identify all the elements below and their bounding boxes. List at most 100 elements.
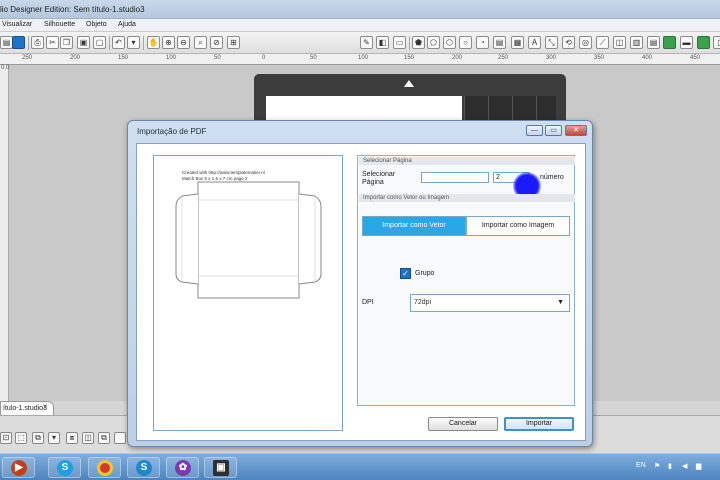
undo-icon[interactable]: ↶ bbox=[112, 36, 125, 49]
import-as-image-button[interactable]: Importar como Imagem bbox=[466, 216, 570, 236]
menu-ajuda[interactable]: Ajuda bbox=[118, 21, 136, 28]
page-input[interactable] bbox=[421, 172, 489, 183]
taskbar-app[interactable]: S bbox=[127, 457, 160, 478]
ruler-tick: 350 bbox=[594, 55, 605, 61]
fill-pattern-icon[interactable]: ⬡ bbox=[443, 36, 456, 49]
rotate-icon[interactable]: ⟲ bbox=[562, 36, 575, 49]
dpi-select[interactable]: 72dpi ▼ bbox=[410, 294, 570, 312]
zoom-out-icon[interactable]: ⊖ bbox=[177, 36, 190, 49]
cancel-button[interactable]: Cancelar bbox=[428, 417, 498, 431]
tray-volume-icon[interactable]: ◀ bbox=[682, 462, 687, 470]
silhouette-icon: S bbox=[136, 460, 152, 476]
select-icon[interactable]: ⊡ bbox=[0, 432, 12, 444]
tray-flag-icon[interactable]: ⚑ bbox=[654, 462, 660, 470]
paste-icon[interactable]: ▣ bbox=[77, 36, 90, 49]
close-button[interactable]: ✕ bbox=[565, 125, 587, 136]
menu-bar: Visualizar Silhouette Objeto Ajuda bbox=[0, 19, 720, 32]
ruler-tick: 300 bbox=[546, 55, 557, 61]
menu-silhouette[interactable]: Silhouette bbox=[44, 21, 75, 28]
line-color-icon[interactable]: ○ bbox=[459, 36, 472, 49]
release-icon[interactable]: ◫ bbox=[82, 432, 94, 444]
dpi-value: 72dpi bbox=[414, 299, 432, 306]
pdf-import-dialog: Importação de PDF — ▭ ✕ Created with htt… bbox=[127, 120, 593, 447]
select-page-label: Selecionar Página bbox=[362, 171, 396, 186]
document-tab-label: ítulo-1.studio3 bbox=[3, 405, 47, 412]
taskbar-app[interactable]: ▣ bbox=[204, 457, 237, 478]
print-icon[interactable]: ⎙ bbox=[31, 36, 44, 49]
more-icon[interactable]: ▯ bbox=[713, 36, 720, 49]
ruler-tick: 400 bbox=[642, 55, 653, 61]
ruler-tick: 250 bbox=[498, 55, 509, 61]
paint-icon: ✿ bbox=[175, 460, 191, 476]
toolbar-divider bbox=[143, 36, 144, 50]
chevron-down-icon[interactable]: ▼ bbox=[557, 295, 564, 311]
zoom-fit-icon[interactable]: ⊘ bbox=[210, 36, 223, 49]
zoom-drag-icon[interactable]: ⌕ bbox=[194, 36, 207, 49]
dpi-label: DPI bbox=[362, 299, 374, 306]
group-icon[interactable]: ⧉ bbox=[32, 432, 44, 444]
page-section-header: Selecionar Página bbox=[359, 157, 575, 165]
taskbar-app[interactable]: ✿ bbox=[166, 457, 199, 478]
taskbar-app[interactable]: ▶ bbox=[2, 457, 35, 478]
media-player-icon: ▶ bbox=[11, 460, 27, 476]
silhouette-connect-icon[interactable] bbox=[697, 36, 710, 49]
menu-visualizar[interactable]: Visualizar bbox=[2, 21, 32, 28]
import-button[interactable]: Importar bbox=[504, 417, 574, 431]
ruler-tick: 100 bbox=[358, 55, 369, 61]
clear-icon[interactable]: ▢ bbox=[93, 36, 106, 49]
compound-icon[interactable]: ⧈ bbox=[66, 432, 78, 444]
minimize-button[interactable]: — bbox=[526, 125, 543, 136]
chrome-icon bbox=[97, 460, 113, 476]
taskbar-app[interactable]: S bbox=[48, 457, 81, 478]
ruler-tick: 250 bbox=[22, 55, 33, 61]
tray-network-icon[interactable]: ▮ bbox=[668, 462, 672, 470]
menu-objeto[interactable]: Objeto bbox=[86, 21, 107, 28]
layers-icon[interactable]: ◫ bbox=[613, 36, 626, 49]
pan-hand-icon[interactable]: ✋ bbox=[147, 36, 160, 49]
app-title: lio Designer Edition: Sem título-1.studi… bbox=[0, 5, 145, 14]
zoom-in-icon[interactable]: ⊕ bbox=[162, 36, 175, 49]
taskbar-app[interactable] bbox=[88, 457, 121, 478]
copy-icon[interactable]: ❐ bbox=[60, 36, 73, 49]
import-options-panel: Selecionar Página Selecionar Página 2 nú… bbox=[357, 155, 575, 406]
bring-front-icon[interactable]: ⧉ bbox=[98, 432, 110, 444]
dialog-title: Importação de PDF bbox=[137, 127, 207, 136]
line-style-icon[interactable]: ◔ bbox=[476, 36, 489, 49]
offset-icon[interactable]: ◎ bbox=[579, 36, 592, 49]
document-tab[interactable]: ítulo-1.studio3 x bbox=[0, 401, 54, 415]
page-number-label: número bbox=[540, 174, 564, 181]
group-checkbox[interactable]: ✓ bbox=[400, 268, 411, 279]
store-icon[interactable]: ▤ bbox=[647, 36, 660, 49]
replicate-icon[interactable]: ▦ bbox=[511, 36, 524, 49]
feed-arrow-icon bbox=[404, 80, 414, 87]
import-as-vector-button[interactable]: Importar como Vetor bbox=[362, 216, 466, 236]
align-icon[interactable]: ▤ bbox=[493, 36, 506, 49]
ruler-tick: 0 bbox=[262, 55, 266, 61]
trace-icon[interactable]: ⟋ bbox=[596, 36, 609, 49]
fill-gradient-icon[interactable]: ⬠ bbox=[427, 36, 440, 49]
transform-icon[interactable]: ⤡ bbox=[545, 36, 558, 49]
text-icon[interactable]: A bbox=[528, 36, 541, 49]
fill-color-icon[interactable]: ⬟ bbox=[412, 36, 425, 49]
cutter-icon[interactable]: ▬ bbox=[680, 36, 693, 49]
ungroup-icon[interactable]: ▾ bbox=[48, 432, 60, 444]
status-dot-icon bbox=[114, 432, 126, 444]
tray-language[interactable]: EN bbox=[636, 462, 646, 469]
ruler-tick: 100 bbox=[166, 55, 177, 61]
node-icon[interactable]: ⬚ bbox=[15, 432, 27, 444]
redo-icon[interactable]: ▾ bbox=[127, 36, 140, 49]
toolbar-divider bbox=[109, 36, 110, 50]
zoom-page-icon[interactable]: ⊞ bbox=[227, 36, 240, 49]
save-icon[interactable] bbox=[12, 36, 25, 49]
cut-settings-icon[interactable]: ◧ bbox=[376, 36, 389, 49]
tray-signal-icon[interactable]: ▆ bbox=[696, 462, 701, 470]
edit-points-icon[interactable]: ✎ bbox=[360, 36, 373, 49]
library-icon[interactable]: ▥ bbox=[630, 36, 643, 49]
send-to-cutter-icon[interactable] bbox=[663, 36, 676, 49]
cut-icon[interactable]: ✂ bbox=[46, 36, 59, 49]
close-tab-icon[interactable]: x bbox=[43, 402, 47, 411]
page-settings-icon[interactable]: ▭ bbox=[393, 36, 406, 49]
maximize-button[interactable]: ▭ bbox=[545, 125, 562, 136]
import-section-header: Importar como Vetor ou Imagem bbox=[359, 194, 575, 202]
app-titlebar: lio Designer Edition: Sem título-1.studi… bbox=[0, 0, 720, 19]
